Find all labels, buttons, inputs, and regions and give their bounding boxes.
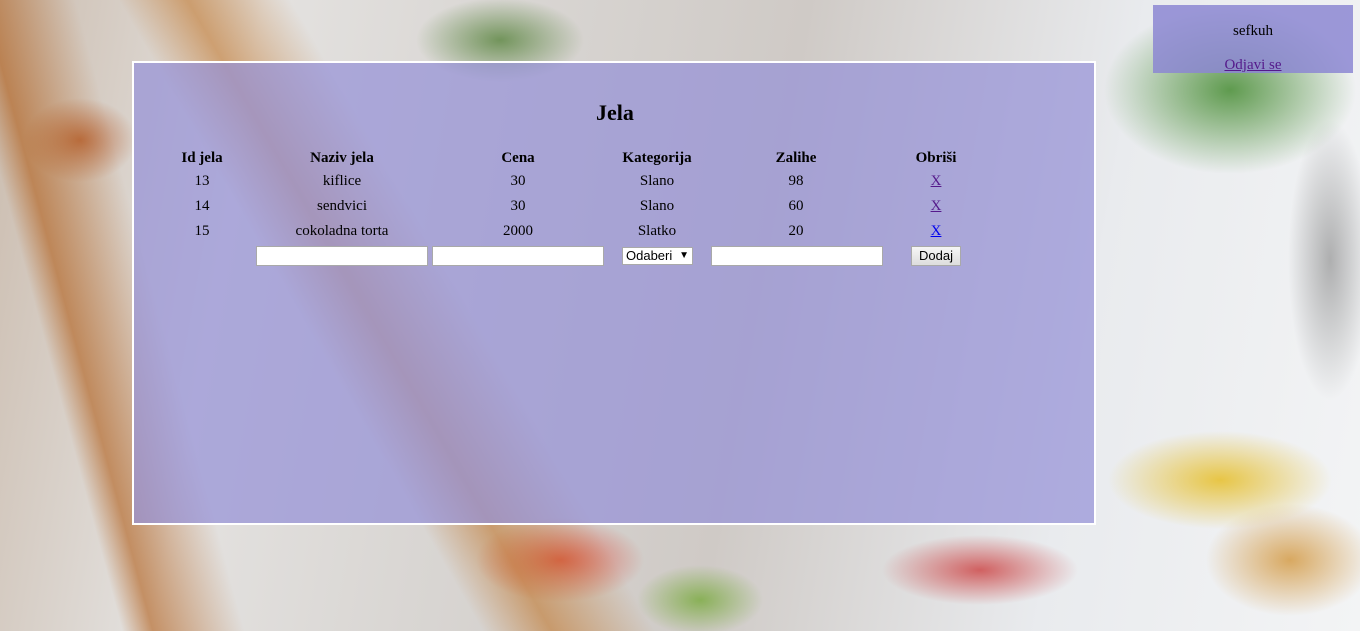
dish-price-input[interactable] bbox=[432, 246, 604, 266]
cell-name: kiflice bbox=[322, 173, 362, 189]
add-dish-form: Odaberi ▼ Dodaj bbox=[134, 246, 1094, 268]
header-price: Cena bbox=[501, 150, 535, 166]
cell-name: cokoladna torta bbox=[295, 223, 389, 239]
delete-link[interactable]: X bbox=[931, 173, 942, 189]
table-row: 15 cokoladna torta 2000 Slatko 20 X bbox=[134, 220, 1094, 242]
cell-category: Slatko bbox=[637, 223, 677, 239]
table-header: Id jela Naziv jela Cena Kategorija Zalih… bbox=[134, 147, 1094, 169]
cell-category: Slano bbox=[639, 198, 675, 214]
category-select[interactable]: Odaberi ▼ bbox=[622, 247, 693, 265]
delete-link[interactable]: X bbox=[931, 198, 942, 214]
user-box: sefkuh Odjavi se bbox=[1153, 5, 1353, 73]
cell-name: sendvici bbox=[317, 198, 367, 214]
dishes-panel: Jela Id jela Naziv jela Cena Kategorija … bbox=[132, 61, 1096, 525]
cell-stock: 98 bbox=[788, 173, 804, 189]
dish-name-input[interactable] bbox=[256, 246, 428, 266]
category-select-value: Odaberi bbox=[626, 248, 673, 263]
add-button[interactable]: Dodaj bbox=[911, 246, 961, 266]
header-delete: Obriši bbox=[915, 150, 957, 166]
cell-id: 15 bbox=[194, 223, 210, 239]
logout-link[interactable]: Odjavi se bbox=[1224, 55, 1281, 75]
page-title: Jela bbox=[596, 100, 634, 125]
cell-delete: X bbox=[894, 170, 978, 192]
cell-price: 30 bbox=[510, 173, 526, 189]
table-row: 13 kiflice 30 Slano 98 X bbox=[134, 170, 1094, 192]
cell-stock: 20 bbox=[788, 223, 804, 239]
cell-delete: X bbox=[894, 220, 978, 242]
cell-id: 14 bbox=[194, 198, 210, 214]
header-category: Kategorija bbox=[622, 150, 692, 166]
header-stock: Zalihe bbox=[775, 150, 817, 166]
header-id: Id jela bbox=[181, 150, 223, 166]
header-name: Naziv jela bbox=[310, 150, 374, 166]
cell-stock: 60 bbox=[788, 198, 804, 214]
chevron-down-icon: ▼ bbox=[679, 250, 689, 261]
cell-id: 13 bbox=[194, 173, 210, 189]
dish-stock-input[interactable] bbox=[711, 246, 883, 266]
table-row: 14 sendvici 30 Slano 60 X bbox=[134, 195, 1094, 217]
cell-category: Slano bbox=[639, 173, 675, 189]
username: sefkuh bbox=[1233, 23, 1273, 39]
cell-price: 2000 bbox=[503, 223, 533, 239]
delete-link[interactable]: X bbox=[931, 223, 942, 239]
cell-price: 30 bbox=[510, 198, 526, 214]
cell-delete: X bbox=[894, 195, 978, 217]
